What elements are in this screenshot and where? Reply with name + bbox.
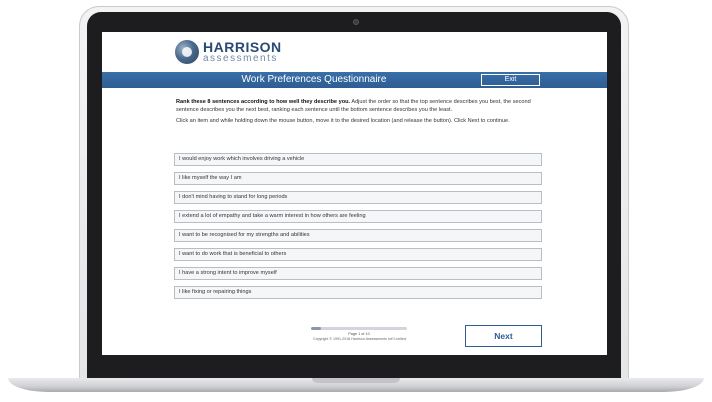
ranking-item[interactable]: I don't mind having to stand for long pe… [174, 191, 542, 204]
ranking-item[interactable]: I would enjoy work which involves drivin… [174, 153, 542, 166]
logo: HARRISON assessments [175, 37, 282, 67]
progress-bar [311, 327, 407, 330]
laptop-notch [312, 378, 400, 383]
title-bar: Work Preferences Questionnaire Exit [102, 72, 607, 88]
instructions-paragraph-2: Click an item and while holding down the… [176, 118, 510, 124]
harrison-logo-icon [175, 40, 199, 64]
logo-subtitle: assessments [203, 53, 278, 64]
exit-button[interactable]: Exit [481, 74, 540, 86]
instructions: Rank these 8 sentences according to how … [176, 99, 538, 130]
ranking-item[interactable]: I want to do work that is beneficial to … [174, 248, 542, 261]
ranking-item[interactable]: I like myself the way I am [174, 172, 542, 185]
instructions-paragraph-1: Rank these 8 sentences according to how … [176, 99, 538, 114]
logo-name: HARRISON [203, 39, 282, 55]
ranking-list: I would enjoy work which involves drivin… [174, 153, 542, 305]
copyright-text: Copyright © 1991-2018 Harrison Assessmen… [312, 337, 407, 341]
next-button[interactable]: Next [465, 325, 542, 347]
page-indicator: Page 1 of 10 [348, 332, 370, 336]
instructions-bold: Rank these 8 sentences according to how … [176, 99, 351, 105]
page-title: Work Preferences Questionnaire [241, 74, 387, 85]
progress-bar-fill [311, 327, 321, 330]
ranking-item[interactable]: I like fixing or repairing things [174, 286, 542, 299]
screen: HARRISON assessments Work Preferences Qu… [102, 32, 607, 355]
ranking-item[interactable]: I want to be recognised for my strengths… [174, 229, 542, 242]
camera-icon [353, 19, 359, 25]
ranking-item[interactable]: I extend a lot of empathy and take a war… [174, 210, 542, 223]
ranking-item[interactable]: I have a strong intent to improve myself [174, 267, 542, 280]
